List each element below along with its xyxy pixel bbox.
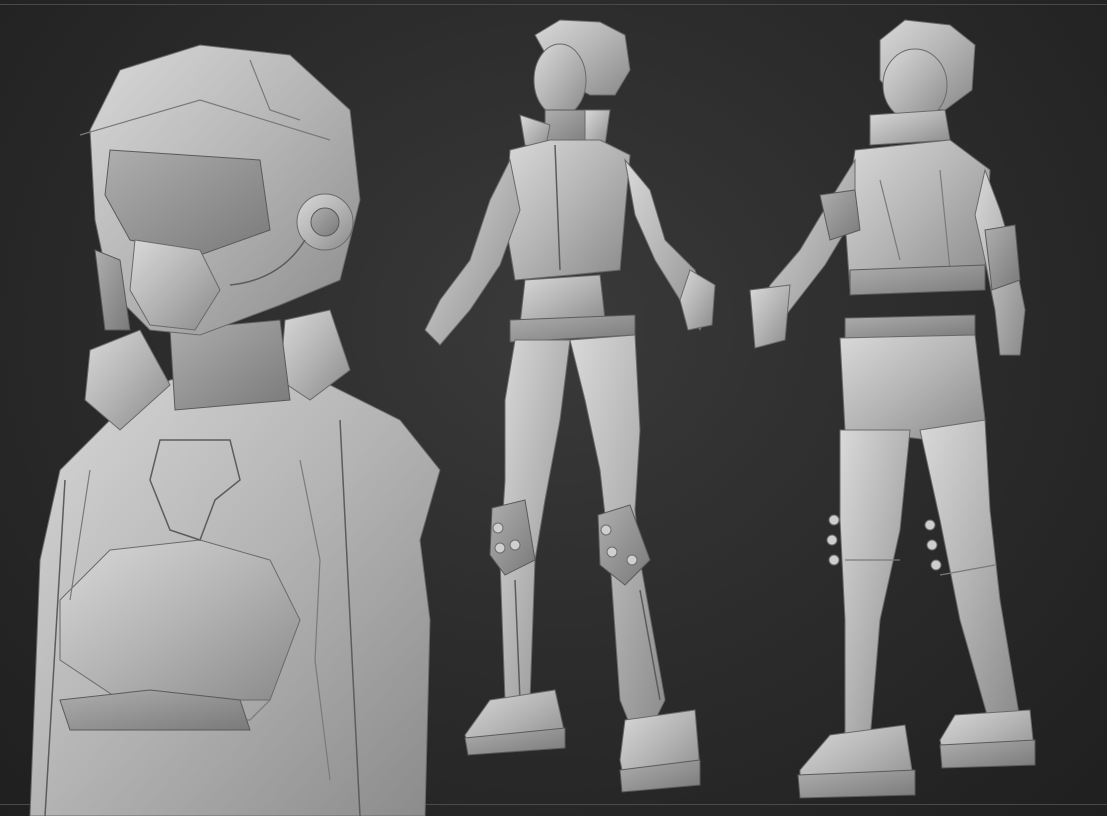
bust-closeup-view	[29, 44, 441, 816]
sculpt-scene	[29, 19, 1036, 816]
back-body-view	[749, 19, 1036, 799]
sculpt-viewport[interactable]	[0, 0, 1107, 816]
front-body-view	[424, 19, 716, 793]
